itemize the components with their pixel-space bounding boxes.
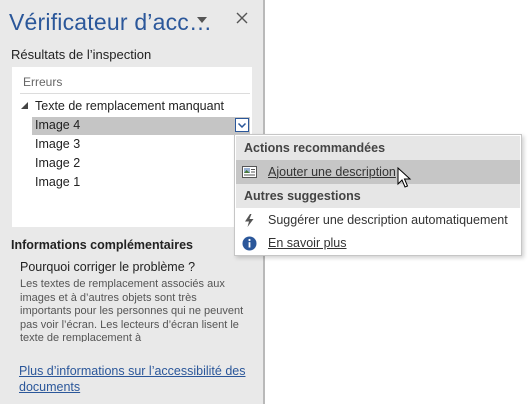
chevron-down-icon — [237, 122, 247, 129]
why-fix-body: Les textes de remplacement associés aux … — [20, 278, 244, 342]
group-label: Texte de remplacement manquant — [35, 99, 224, 113]
list-item-label: Image 4 — [35, 118, 81, 132]
suggest-auto-description-menu-item[interactable]: Suggérer une description automatiquement — [236, 208, 520, 232]
picture-description-icon — [242, 166, 257, 178]
inspection-results-label: Résultats de l’inspection — [11, 47, 152, 62]
collapse-triangle-icon[interactable] — [21, 102, 29, 110]
menu-item-label: En savoir plus — [268, 236, 347, 250]
recommended-actions-menu: Actions recommandées Ajouter une descrip… — [234, 134, 522, 256]
add-description-menu-item[interactable]: Ajouter une description — [236, 160, 520, 184]
item-actions-dropdown-button[interactable] — [235, 118, 249, 132]
missing-alt-text-group[interactable]: Texte de remplacement manquant — [20, 98, 246, 116]
list-item-label: Image 1 — [35, 175, 81, 189]
errors-divider — [20, 93, 250, 94]
list-item-image-1[interactable]: Image 1 — [32, 174, 250, 192]
recommended-actions-header: Actions recommandées — [236, 136, 520, 160]
errors-header: Erreurs — [23, 75, 63, 89]
other-suggestions-header: Autres suggestions — [236, 184, 520, 208]
list-item-label: Image 3 — [35, 137, 81, 151]
list-item-image-3[interactable]: Image 3 — [32, 136, 250, 154]
list-item-label: Image 2 — [35, 156, 81, 170]
close-icon[interactable] — [233, 9, 251, 27]
pane-options-icon[interactable] — [195, 14, 209, 26]
more-info-heading: Informations complémentaires — [11, 238, 193, 252]
info-icon — [242, 236, 257, 251]
menu-item-label: Suggérer une description automatiquement — [268, 213, 508, 227]
accessibility-checker-pane: Vérificateur d’acc… Résultats de l’inspe… — [0, 0, 265, 404]
why-fix-title: Pourquoi corriger le problème ? — [20, 260, 196, 274]
menu-header-label: Actions recommandées — [244, 141, 386, 155]
menu-item-label: Ajouter une description — [268, 165, 396, 179]
menu-header-label: Autres suggestions — [244, 189, 361, 203]
accessibility-info-link[interactable]: Plus d’informations sur l’accessibilité … — [19, 363, 251, 395]
inspection-results-list: Erreurs Texte de remplacement manquant I… — [12, 67, 252, 227]
pane-title: Vérificateur d’acc… — [9, 9, 213, 35]
lightning-bolt-icon — [245, 214, 254, 227]
learn-more-menu-item[interactable]: En savoir plus — [236, 231, 520, 255]
list-item-image-2[interactable]: Image 2 — [32, 155, 250, 173]
list-item-image-4[interactable]: Image 4 — [32, 117, 250, 135]
